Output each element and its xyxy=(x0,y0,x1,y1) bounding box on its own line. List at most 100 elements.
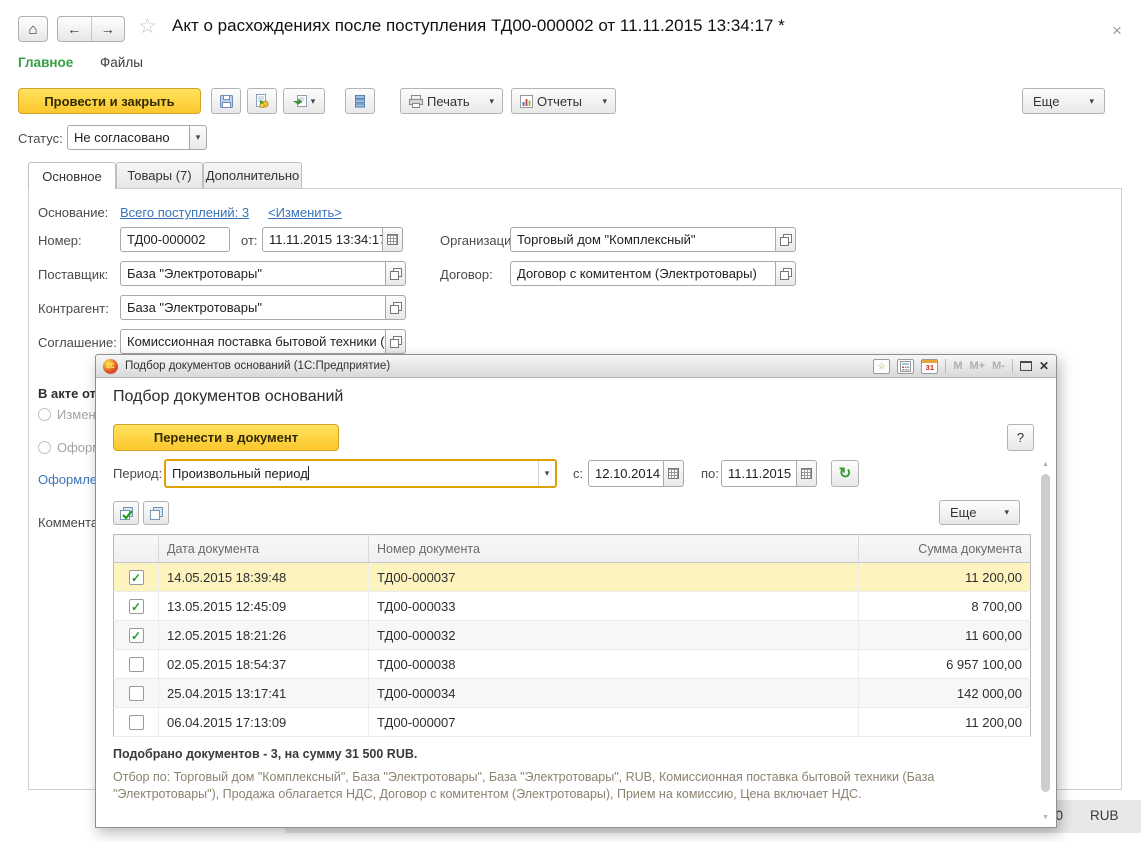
agreement-open-button[interactable] xyxy=(385,329,406,354)
date-label: от: xyxy=(241,233,258,248)
1c-logo-icon: 1С xyxy=(103,359,118,374)
close-icon[interactable]: × xyxy=(1112,21,1122,41)
counterparty-open-button[interactable] xyxy=(385,295,406,320)
footer-currency: RUB xyxy=(1090,808,1119,823)
tab-main[interactable]: Основное xyxy=(28,162,116,189)
table-row[interactable]: ✓14.05.2015 18:39:48ТД00-00003711 200,00 xyxy=(114,563,1031,592)
more-button[interactable]: Еще ▾ xyxy=(1022,88,1105,114)
row-checkbox[interactable] xyxy=(129,715,144,730)
calendar-31-icon[interactable]: 31 xyxy=(921,359,938,374)
basis-change-link[interactable]: <Изменить> xyxy=(268,205,342,220)
table-row[interactable]: 06.04.2015 17:13:09ТД00-00000711 200,00 xyxy=(114,708,1031,737)
number-input[interactable]: ТД00-000002 xyxy=(120,227,230,252)
calculator-icon[interactable] xyxy=(897,359,914,374)
caret-down-icon: ▾ xyxy=(196,133,201,142)
post-document-button[interactable] xyxy=(247,88,277,114)
scrollbar-up-icon[interactable]: ▲ xyxy=(1042,461,1049,468)
reports-button[interactable]: Отчеты ▾ xyxy=(511,88,616,114)
dialog-more-label: Еще xyxy=(950,505,976,520)
favorites-box-icon[interactable]: ☆ xyxy=(873,359,890,374)
forward-button[interactable]: → xyxy=(91,17,125,41)
doc-date: 12.05.2015 18:21:26 xyxy=(159,621,369,650)
counterparty-input[interactable]: База "Электротовары" xyxy=(120,295,386,320)
forward-icon: → xyxy=(101,21,115,37)
tab-goods[interactable]: Товары (7) xyxy=(116,162,203,188)
to-calendar-button[interactable] xyxy=(796,460,817,487)
doc-number: ТД00-000034 xyxy=(369,679,859,708)
dialog-titlebar[interactable]: 1С Подбор документов оснований (1С:Предп… xyxy=(96,355,1056,378)
create-based-on-icon xyxy=(293,95,307,108)
save-button[interactable] xyxy=(211,88,241,114)
favorites-star-icon[interactable]: ☆ xyxy=(138,14,157,39)
row-checkbox[interactable]: ✓ xyxy=(129,628,144,643)
basis-link[interactable]: Всего поступлений: 3 xyxy=(120,205,249,220)
date-calendar-button[interactable] xyxy=(382,227,403,252)
contract-label: Договор: xyxy=(440,267,493,282)
period-from-input[interactable]: 12.10.2014 xyxy=(588,460,664,487)
period-from-value: 12.10.2014 xyxy=(595,466,660,481)
refresh-button[interactable]: ↻ xyxy=(831,460,859,487)
table-row[interactable]: 02.05.2015 18:54:37ТД00-0000386 957 100,… xyxy=(114,650,1031,679)
contract-value: Договор с комитентом (Электротовары) xyxy=(517,266,757,281)
agreement-input[interactable]: Комиссионная поставка бытовой техники (Е xyxy=(120,329,386,354)
counterparty-label: Контрагент: xyxy=(38,301,109,316)
more-label: Еще xyxy=(1033,94,1059,109)
check-all-button[interactable] xyxy=(113,501,139,525)
home-button[interactable]: ⌂ xyxy=(18,16,48,42)
dialog-scrollbar[interactable]: ▲ ▼ xyxy=(1041,461,1051,821)
create-based-on-button[interactable]: ▾ xyxy=(283,88,325,114)
row-checkbox[interactable] xyxy=(129,686,144,701)
dialog-title: Подбор документов оснований (1С:Предприя… xyxy=(125,360,390,372)
status-dropdown-button[interactable]: ▾ xyxy=(189,125,207,150)
row-checkbox[interactable]: ✓ xyxy=(129,570,144,585)
dialog-more-button[interactable]: Еще ▾ xyxy=(939,500,1020,525)
column-header-number: Номер документа xyxy=(369,535,859,563)
register-records-icon xyxy=(355,95,365,108)
text-cursor xyxy=(308,466,309,480)
register-records-button[interactable] xyxy=(345,88,375,114)
supplier-input[interactable]: База "Электротовары" xyxy=(120,261,386,286)
dialog-heading: Подбор документов оснований xyxy=(113,388,343,406)
help-button[interactable]: ? xyxy=(1007,424,1034,451)
uncheck-all-button[interactable] xyxy=(143,501,169,525)
period-to-input[interactable]: 11.11.2015 xyxy=(721,460,797,487)
table-row[interactable]: 25.04.2015 13:17:41ТД00-000034142 000,00 xyxy=(114,679,1031,708)
doc-date: 13.05.2015 12:45:09 xyxy=(159,592,369,621)
period-dropdown-button[interactable]: ▾ xyxy=(538,461,555,486)
radio-option-1[interactable]: Измени xyxy=(38,407,103,422)
row-checkbox[interactable]: ✓ xyxy=(129,599,144,614)
scrollbar-thumb[interactable] xyxy=(1041,474,1050,792)
maximize-icon[interactable] xyxy=(1020,361,1032,371)
documents-table: Дата документа Номер документа Сумма док… xyxy=(113,534,1031,737)
navtab-files[interactable]: Файлы xyxy=(100,55,143,70)
memory-plus-button[interactable]: M+ xyxy=(970,360,986,372)
transfer-button[interactable]: Перенести в документ xyxy=(113,424,339,451)
post-and-close-button[interactable]: Провести и закрыть xyxy=(18,88,201,114)
date-input[interactable]: 11.11.2015 13:34:17 xyxy=(262,227,383,252)
deselect-all-icon xyxy=(149,506,164,521)
status-select[interactable]: Не согласовано xyxy=(67,125,190,150)
table-header-row: Дата документа Номер документа Сумма док… xyxy=(114,535,1031,563)
organization-input[interactable]: Торговый дом "Комплексный" xyxy=(510,227,776,252)
supplier-open-button[interactable] xyxy=(385,261,406,286)
table-row[interactable]: ✓13.05.2015 12:45:09ТД00-0000338 700,00 xyxy=(114,592,1031,621)
caret-down-icon: ▾ xyxy=(311,97,316,106)
navtab-main[interactable]: Главное xyxy=(18,55,73,70)
tab-additional[interactable]: Дополнительно xyxy=(203,162,302,188)
period-select[interactable]: Произвольный период ▾ xyxy=(164,459,557,488)
column-header-amount: Сумма документа xyxy=(859,535,1031,563)
from-calendar-button[interactable] xyxy=(663,460,684,487)
contract-input[interactable]: Договор с комитентом (Электротовары) xyxy=(510,261,776,286)
radio-option-2[interactable]: Оформ xyxy=(38,440,101,455)
number-value: ТД00-000002 xyxy=(127,232,205,247)
memory-button[interactable]: M xyxy=(953,360,962,372)
organization-open-button[interactable] xyxy=(775,227,796,252)
memory-minus-button[interactable]: M- xyxy=(992,360,1005,372)
print-button[interactable]: Печать ▾ xyxy=(400,88,503,114)
dialog-close-icon[interactable]: ✕ xyxy=(1039,359,1049,373)
scrollbar-down-icon[interactable]: ▼ xyxy=(1042,814,1049,821)
table-row[interactable]: ✓12.05.2015 18:21:26ТД00-00003211 600,00 xyxy=(114,621,1031,650)
back-button[interactable]: ← xyxy=(58,17,91,41)
contract-open-button[interactable] xyxy=(775,261,796,286)
row-checkbox[interactable] xyxy=(129,657,144,672)
